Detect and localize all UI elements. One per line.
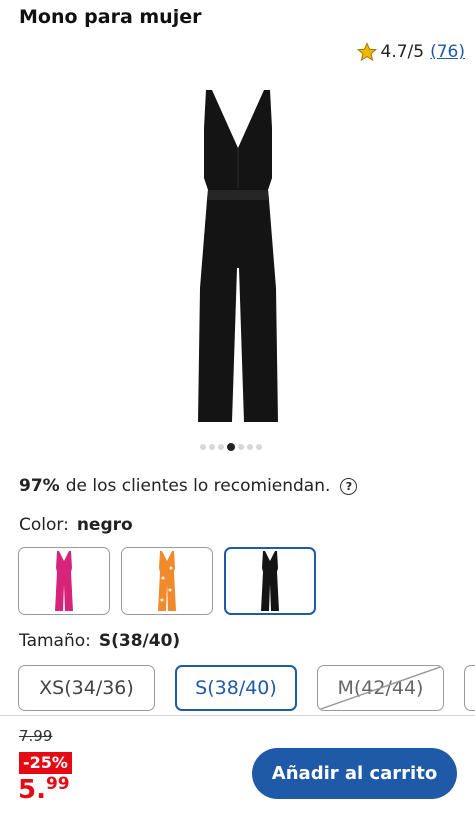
price-cents: 99 xyxy=(45,774,70,794)
help-icon[interactable]: ? xyxy=(340,477,358,495)
color-swatch-pink[interactable] xyxy=(18,547,110,615)
gallery-pagination[interactable] xyxy=(200,443,262,451)
color-swatch-black[interactable] xyxy=(224,547,316,615)
gallery-dot[interactable] xyxy=(200,444,206,450)
rating: 4.7/5 (76) xyxy=(356,42,465,62)
size-selected: S(38/40) xyxy=(98,631,181,651)
recommendation: 97% de los clientes lo recomiendan. ? xyxy=(19,476,358,496)
jumpsuit-black-icon xyxy=(261,551,279,611)
product-title: Mono para mujer xyxy=(19,6,202,28)
current-price: 5.99 xyxy=(18,774,70,805)
size-option-s[interactable]: S(38/40) xyxy=(175,665,297,711)
gallery-dot[interactable] xyxy=(256,444,262,450)
add-to-cart-button[interactable]: Añadir al carrito xyxy=(252,748,457,799)
gallery-dot[interactable] xyxy=(247,444,253,450)
size-label: Tamaño: S(38/40) xyxy=(19,631,180,651)
review-count-link[interactable]: (76) xyxy=(430,42,465,62)
old-price: 7.99 xyxy=(19,727,53,745)
gallery-dot[interactable] xyxy=(238,444,244,450)
rating-value: 4.7/5 xyxy=(380,42,425,62)
price-main: 5. xyxy=(18,775,46,805)
size-option-xs[interactable]: XS(34/36) xyxy=(18,665,155,711)
size-options: XS(34/36) S(38/40) M(42/44) xyxy=(18,665,475,711)
gallery-dot-active[interactable] xyxy=(227,443,235,451)
color-label-text: Color: xyxy=(19,515,69,535)
recommend-percent: 97% xyxy=(19,476,60,496)
jumpsuit-pink-icon xyxy=(55,551,73,611)
size-option-m-unavailable[interactable]: M(42/44) xyxy=(317,665,444,711)
unavailable-strike-icon xyxy=(318,666,443,710)
color-swatches xyxy=(18,547,316,615)
product-image[interactable] xyxy=(190,88,286,424)
gallery-dot[interactable] xyxy=(218,444,224,450)
color-swatch-orange[interactable] xyxy=(121,547,213,615)
color-selected: negro xyxy=(76,515,133,535)
gallery-dot[interactable] xyxy=(209,444,215,450)
jumpsuit-orange-icon xyxy=(158,551,176,611)
size-label-text: Tamaño: xyxy=(19,631,91,651)
divider xyxy=(0,715,475,716)
star-icon xyxy=(356,42,377,62)
color-label: Color: negro xyxy=(19,515,133,535)
size-option-more[interactable] xyxy=(464,665,475,711)
recommend-text: de los clientes lo recomiendan. xyxy=(65,476,331,496)
discount-badge: -25% xyxy=(19,752,72,774)
